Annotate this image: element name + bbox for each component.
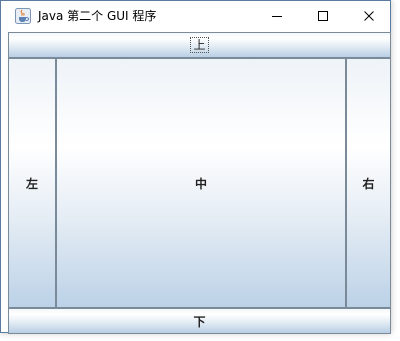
close-button[interactable] — [346, 1, 392, 31]
west-button[interactable]: 左 — [8, 58, 56, 308]
java-cup-icon — [15, 8, 31, 24]
maximize-icon — [318, 11, 328, 21]
minimize-icon — [272, 16, 282, 17]
center-button[interactable]: 中 — [56, 58, 346, 308]
window-title: Java 第二个 GUI 程序 — [38, 9, 157, 23]
west-button-label: 左 — [25, 176, 38, 191]
maximize-button[interactable] — [300, 1, 346, 31]
south-button[interactable]: 下 — [8, 308, 391, 334]
app-window: Java 第二个 GUI 程序 上 左 中 右 下 — [0, 0, 391, 334]
north-button[interactable]: 上 — [8, 32, 391, 58]
center-button-label: 中 — [194, 176, 207, 191]
south-button-label: 下 — [193, 314, 206, 329]
close-icon — [364, 11, 374, 21]
border-layout-panel: 上 左 中 右 下 — [8, 32, 391, 334]
east-button[interactable]: 右 — [346, 58, 391, 308]
title-bar[interactable]: Java 第二个 GUI 程序 — [1, 1, 390, 31]
north-button-label: 上 — [190, 37, 209, 53]
east-button-label: 右 — [362, 176, 375, 191]
minimize-button[interactable] — [254, 1, 300, 31]
